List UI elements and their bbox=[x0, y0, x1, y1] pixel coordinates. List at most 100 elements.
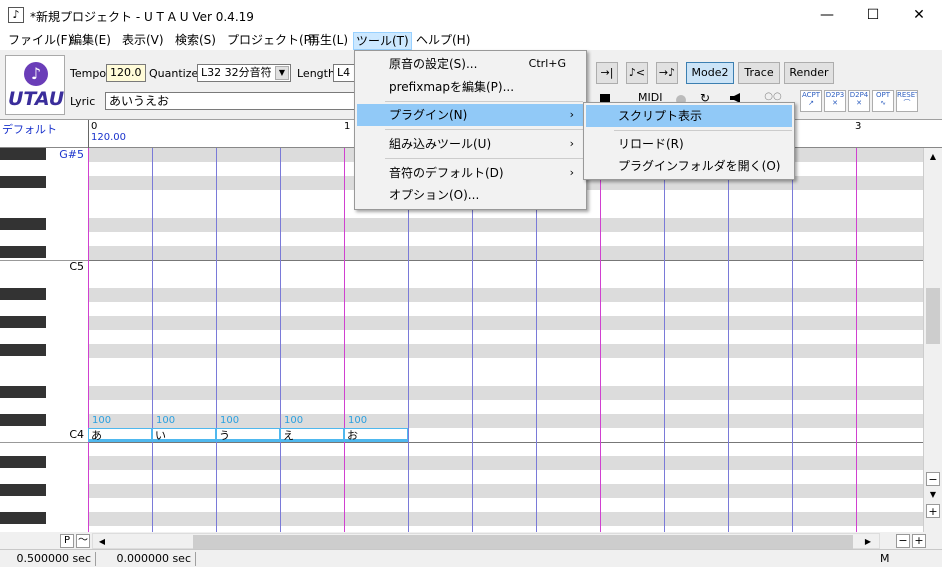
key-divider bbox=[0, 442, 88, 443]
close-button[interactable]: ✕ bbox=[896, 0, 942, 30]
key-label-c4: C4 bbox=[69, 428, 84, 441]
submenu-arrow-icon: › bbox=[569, 137, 574, 150]
submenu-item-reload[interactable]: リロード(R) bbox=[586, 133, 792, 155]
plugin-acpt-icon[interactable]: ACPT ↗ bbox=[800, 90, 822, 112]
note-velocity: 100 bbox=[220, 415, 240, 426]
menu-item-note-default[interactable]: 音符のデフォルト(D) › bbox=[357, 162, 584, 184]
note-block[interactable]: え bbox=[280, 428, 344, 442]
note-velocity: 100 bbox=[92, 415, 112, 426]
tilde-button[interactable]: ～ bbox=[76, 534, 90, 548]
menu-item-plugin[interactable]: プラグイン(N) › bbox=[357, 104, 584, 126]
black-key[interactable] bbox=[0, 246, 46, 258]
quantize-value: L32 32分音符 bbox=[201, 66, 272, 79]
scroll-down-icon[interactable]: ▼ bbox=[926, 488, 940, 502]
key-label-c5: C5 bbox=[69, 260, 84, 273]
piano-keyboard[interactable]: G#5 C5 C4 bbox=[0, 148, 88, 532]
black-key[interactable] bbox=[0, 512, 46, 524]
h-zoom-out-icon[interactable]: − bbox=[896, 534, 910, 548]
status-time-1: 0.500000 sec bbox=[4, 552, 96, 566]
tempo-label: Tempo bbox=[70, 67, 107, 80]
tempo-marker: 120.00 bbox=[91, 132, 126, 143]
black-key[interactable] bbox=[0, 386, 46, 398]
menu-file[interactable]: ファイル(F) bbox=[6, 32, 74, 50]
window-title: *新規プロジェクト - U T A U Ver 0.4.19 bbox=[30, 10, 254, 24]
menu-help[interactable]: ヘルプ(H) bbox=[414, 32, 472, 50]
ruler-divider bbox=[88, 120, 89, 148]
plugin-reset-icon[interactable]: RESET ⌒ bbox=[896, 90, 918, 112]
note-join-icon[interactable]: →♪ bbox=[656, 62, 678, 84]
black-key[interactable] bbox=[0, 316, 46, 328]
menu-search[interactable]: 検索(S) bbox=[173, 32, 218, 50]
submenu-item-script-view[interactable]: スクリプト表示 bbox=[586, 105, 792, 127]
lyric-label: Lyric bbox=[70, 95, 96, 108]
plugin-d2p4-icon[interactable]: D2P4 ✕ bbox=[848, 90, 870, 112]
ruler-marker-3: 3 bbox=[855, 121, 862, 132]
menu-item-options[interactable]: オプション(O)... bbox=[357, 184, 584, 206]
scroll-left-icon[interactable]: ◀ bbox=[95, 535, 109, 549]
plugin-submenu: スクリプト表示 リロード(R) プラグインフォルダを開く(O) bbox=[583, 102, 795, 180]
status-bar: 0.500000 sec 0.000000 sec M bbox=[0, 549, 942, 567]
tempo-input[interactable]: 120.0 bbox=[106, 64, 146, 82]
scroll-right-icon[interactable]: ▶ bbox=[861, 535, 875, 549]
h-zoom-in-icon[interactable]: + bbox=[912, 534, 926, 548]
submenu-arrow-icon: › bbox=[569, 108, 574, 121]
quantize-label: Quantize bbox=[149, 67, 199, 80]
ruler-marker-1: 1 bbox=[344, 121, 351, 132]
note-block[interactable]: い bbox=[152, 428, 216, 442]
submenu-arrow-icon: › bbox=[569, 166, 574, 179]
menu-tools[interactable]: ツール(T) bbox=[353, 32, 412, 50]
black-key[interactable] bbox=[0, 288, 46, 300]
black-key[interactable] bbox=[0, 148, 46, 160]
zoom-out-icon[interactable]: − bbox=[926, 472, 940, 486]
plugin-d2p3-icon[interactable]: D2P3 ✕ bbox=[824, 90, 846, 112]
horizontal-scroll-thumb[interactable] bbox=[193, 535, 853, 549]
black-key[interactable] bbox=[0, 456, 46, 468]
trace-button[interactable]: Trace bbox=[738, 62, 780, 84]
note-velocity: 100 bbox=[348, 415, 368, 426]
menu-item-builtin-tools[interactable]: 組み込みツール(U) › bbox=[357, 133, 584, 155]
track-name: デフォルト bbox=[2, 123, 57, 136]
note-block[interactable]: あ bbox=[88, 428, 152, 442]
note-block[interactable]: お bbox=[344, 428, 408, 442]
black-key[interactable] bbox=[0, 414, 46, 426]
length-select[interactable]: L4 bbox=[333, 64, 355, 82]
menu-project[interactable]: プロジェクト(P) bbox=[225, 32, 318, 50]
render-button[interactable]: Render bbox=[784, 62, 834, 84]
snap-right-icon[interactable]: →| bbox=[596, 62, 618, 84]
dropdown-arrow-icon: ▼ bbox=[275, 66, 289, 80]
lyric-input[interactable]: あいうえお bbox=[105, 92, 355, 110]
plugin-opt-icon[interactable]: OPT ∿ bbox=[872, 90, 894, 112]
note-velocity: 100 bbox=[284, 415, 304, 426]
note-split-icon[interactable]: ♪< bbox=[626, 62, 648, 84]
menu-edit[interactable]: 編集(E) bbox=[68, 32, 113, 50]
submenu-item-open-plugin-folder[interactable]: プラグインフォルダを開く(O) bbox=[586, 155, 792, 177]
mode2-button[interactable]: Mode2 bbox=[686, 62, 734, 84]
status-mode: M bbox=[880, 552, 890, 565]
note-velocity: 100 bbox=[156, 415, 176, 426]
menu-playback[interactable]: 再生(L) bbox=[306, 32, 350, 50]
minimize-button[interactable]: — bbox=[804, 0, 850, 30]
tools-menu: 原音の設定(S)... Ctrl+G prefixmapを編集(P)... プラグ… bbox=[354, 50, 587, 210]
utau-logo: ♪ UTAU bbox=[5, 55, 65, 115]
title-bar: ♪ *新規プロジェクト - U T A U Ver 0.4.19 — ☐ ✕ bbox=[0, 0, 942, 30]
horizontal-scrollbar-area: P ～ ◀ ▶ − + bbox=[0, 532, 942, 550]
black-key[interactable] bbox=[0, 484, 46, 496]
logo-note-icon: ♪ bbox=[24, 62, 48, 86]
black-key[interactable] bbox=[0, 344, 46, 356]
quantize-select[interactable]: L32 32分音符 ▼ bbox=[197, 64, 291, 82]
ruler-marker-0: 0 bbox=[91, 121, 98, 132]
scroll-up-icon[interactable]: ▲ bbox=[926, 150, 940, 164]
menu-item-prefixmap[interactable]: prefixmapを編集(P)... bbox=[357, 76, 584, 98]
scroll-thumb[interactable] bbox=[926, 288, 940, 344]
p-button[interactable]: P bbox=[60, 534, 74, 548]
vertical-scrollbar[interactable]: ▲ − ▼ + bbox=[923, 148, 942, 532]
note-block[interactable]: う bbox=[216, 428, 280, 442]
black-key[interactable] bbox=[0, 218, 46, 230]
zoom-in-icon[interactable]: + bbox=[926, 504, 940, 518]
menu-view[interactable]: 表示(V) bbox=[120, 32, 166, 50]
horizontal-scrollbar[interactable]: ◀ ▶ bbox=[92, 533, 880, 549]
maximize-button[interactable]: ☐ bbox=[850, 0, 896, 30]
menu-item-voicebank-config[interactable]: 原音の設定(S)... Ctrl+G bbox=[357, 53, 584, 75]
black-key[interactable] bbox=[0, 176, 46, 188]
length-label: Length bbox=[297, 67, 335, 80]
